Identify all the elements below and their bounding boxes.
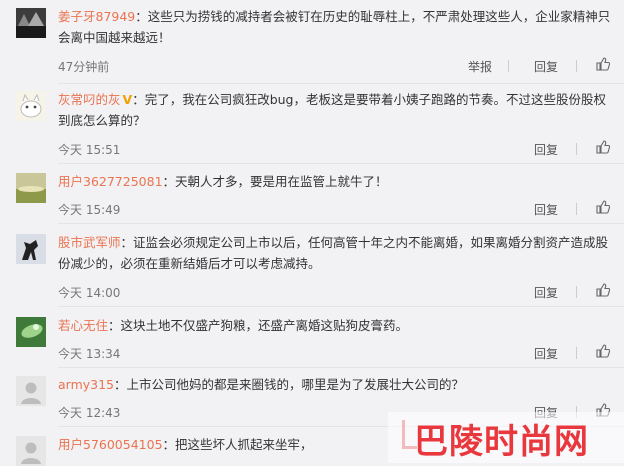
username-link[interactable]: 股市武军师 <box>58 235 121 250</box>
reply-button[interactable]: 回复 <box>534 284 558 301</box>
watermark-text: 巴陵时尚网 <box>414 422 589 462</box>
like-icon[interactable] <box>596 200 610 214</box>
comment-text: ：天朝人才多，要是用在监管上就牛了！ <box>162 174 388 189</box>
like-icon[interactable] <box>596 344 610 358</box>
avatar[interactable] <box>16 173 46 203</box>
avatar[interactable] <box>16 376 46 406</box>
username-link[interactable]: army315 <box>58 377 114 392</box>
avatar[interactable] <box>16 317 46 347</box>
comment-body: 若心无住：这块土地不仅盛产狗粮，还盛产离婚这贴狗皮膏药。 <box>58 315 614 336</box>
divider <box>58 367 624 368</box>
comment-body: 姜子牙87949：这些只为捞钱的减持者会被钉在历史的耻辱柱上，不严肃处理这些人，… <box>58 6 614 48</box>
comment-text: ：证监会必须规定公司上市以后，任何高管十年之内不能离婚，如果离婚分割资产造成股份… <box>58 235 609 271</box>
reply-button[interactable]: 回复 <box>534 201 558 218</box>
comment-text: ：把这些坏人抓起来坐牢， <box>162 437 313 452</box>
comment-text: ：这块土地不仅盛产狗粮，还盛产离婚这贴狗皮膏药。 <box>108 318 409 333</box>
username-link[interactable]: 若心无住 <box>58 318 108 333</box>
report-button[interactable]: 举报 <box>468 58 492 75</box>
comment-time: 今天 12:43 <box>58 406 121 420</box>
reply-button[interactable]: 回复 <box>534 141 558 158</box>
comment-time: 今天 15:51 <box>58 143 121 157</box>
action-divider <box>576 286 577 298</box>
action-divider <box>576 203 577 215</box>
comment-time: 今天 13:34 <box>58 347 121 361</box>
divider <box>58 306 624 307</box>
action-divider <box>576 143 577 155</box>
comment-body: 股市武军师：证监会必须规定公司上市以后，任何高管十年之内不能离婚，如果离婚分割资… <box>58 232 614 274</box>
comment-body: 用户3627725081：天朝人才多，要是用在监管上就牛了！ <box>58 171 614 192</box>
action-divider <box>508 60 509 72</box>
like-icon[interactable] <box>596 57 610 71</box>
comment-time: 今天 14:00 <box>58 286 121 300</box>
action-divider <box>576 347 577 359</box>
username-link[interactable]: 用户3627725081 <box>58 174 163 189</box>
verified-badge-icon: V <box>122 92 133 107</box>
divider <box>58 223 624 224</box>
comment-text: ：完了，我在公司疯狂改bug，老板这是要带着小姨子跑路的节奏。不过这些股份股权到… <box>58 92 606 128</box>
reply-button[interactable]: 回复 <box>534 58 558 75</box>
avatar[interactable] <box>16 234 46 264</box>
avatar[interactable] <box>16 91 46 121</box>
like-icon[interactable] <box>596 140 610 154</box>
comment-time: 47分钟前 <box>58 60 110 74</box>
comment-text: ：这些只为捞钱的减持者会被钉在历史的耻辱柱上，不严肃处理这些人，企业家精神只会离… <box>58 9 611 45</box>
action-divider <box>576 60 577 72</box>
reply-button[interactable]: 回复 <box>534 345 558 362</box>
comment-text: ：上市公司他妈的都是来圈钱的，哪里是为了发展壮大公司的？ <box>114 377 465 392</box>
username-link[interactable]: 灰常叼的灰 <box>58 92 121 107</box>
username-link[interactable]: 用户5760054105 <box>58 437 163 452</box>
username-link[interactable]: 姜子牙87949 <box>58 9 135 24</box>
like-icon[interactable] <box>596 283 610 297</box>
comment-body: army315：上市公司他妈的都是来圈钱的，哪里是为了发展壮大公司的？ <box>58 374 614 395</box>
avatar[interactable] <box>16 8 46 38</box>
avatar[interactable] <box>16 436 46 466</box>
divider <box>58 83 624 84</box>
comment-body: 灰常叼的灰 V：完了，我在公司疯狂改bug，老板这是要带着小姨子跑路的节奏。不过这… <box>58 89 614 131</box>
divider <box>58 163 624 164</box>
comment-time: 今天 15:49 <box>58 203 121 217</box>
